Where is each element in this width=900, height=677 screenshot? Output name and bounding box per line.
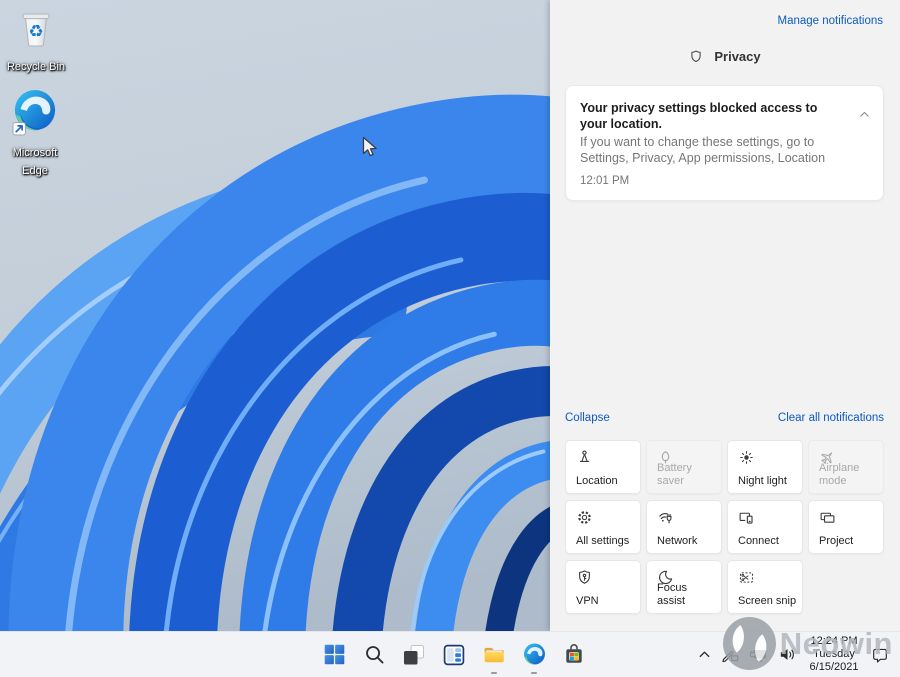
- location-icon: [576, 449, 593, 466]
- widgets-icon: [443, 644, 465, 665]
- notification-group-title: Privacy: [714, 49, 761, 64]
- tile-label: Project: [819, 534, 854, 547]
- edge-icon: [523, 643, 545, 665]
- tile-network[interactable]: Network: [646, 500, 722, 554]
- tile-label: Connect: [738, 534, 779, 547]
- microsoft-store-button[interactable]: [561, 632, 587, 677]
- desktop-icon-label: Microsoft Edge: [12, 147, 58, 177]
- file-explorer-button[interactable]: [481, 632, 507, 677]
- tile-focus-assist[interactable]: Focus assist: [646, 560, 722, 614]
- night-light-icon: [738, 449, 755, 466]
- edge-button[interactable]: [521, 632, 547, 677]
- file-explorer-icon: [484, 647, 504, 663]
- network-tray-icon[interactable]: [749, 632, 769, 677]
- quick-actions-grid: Location Battery saver Night light Airplane…: [565, 440, 884, 614]
- svg-text:♻: ♻: [28, 22, 43, 42]
- tile-airplane-mode[interactable]: Airplane mode: [808, 440, 884, 494]
- notification-body: If you want to change these settings, go…: [580, 135, 826, 165]
- tile-location[interactable]: Location: [565, 440, 641, 494]
- notification-center-panel: Manage notifications Privacy Your privac…: [550, 0, 900, 631]
- tile-label: VPN: [576, 594, 599, 607]
- tile-screen-snip[interactable]: Screen snip: [727, 560, 803, 614]
- windows-start-icon: [324, 644, 344, 665]
- taskbar-app-icons: [321, 632, 587, 677]
- volume-tray-icon[interactable]: [778, 632, 797, 677]
- running-indicator: [491, 671, 497, 674]
- tile-label: Airplane mode: [819, 462, 860, 487]
- tile-label: Battery saver: [657, 462, 692, 487]
- notification-title: Your privacy settings blocked access to …: [580, 101, 818, 131]
- vpn-icon: [576, 569, 593, 586]
- desktop-icon-microsoft-edge[interactable]: Microsoft Edge: [2, 88, 68, 179]
- tile-battery-saver[interactable]: Battery saver: [646, 440, 722, 494]
- clear-all-notifications-link[interactable]: Clear all notifications: [778, 412, 884, 424]
- clock-time: 12:24 PM: [810, 635, 858, 647]
- show-hidden-icons-chevron[interactable]: [697, 632, 712, 677]
- system-tray: 12:24 PM Tuesday 6/15/2021: [697, 632, 900, 677]
- tile-night-light[interactable]: Night light: [727, 440, 803, 494]
- quick-actions-header-row: Collapse Clear all notifications: [565, 412, 884, 424]
- tile-label: All settings: [576, 534, 630, 547]
- start-button[interactable]: [321, 632, 347, 677]
- pen-input-icon[interactable]: [721, 632, 740, 677]
- task-view-button[interactable]: [401, 632, 427, 677]
- connect-icon: [738, 509, 755, 526]
- tile-label: Night light: [738, 474, 787, 487]
- privacy-shield-icon: [689, 50, 703, 64]
- taskbar-clock[interactable]: 12:24 PM Tuesday 6/15/2021: [806, 632, 862, 677]
- desktop-icon-recycle-bin[interactable]: ♻ Recycle Bin: [3, 6, 69, 75]
- search-button[interactable]: [361, 632, 387, 677]
- mouse-cursor: [362, 136, 379, 164]
- microsoft-store-icon: [566, 643, 582, 663]
- clock-date: 6/15/2021: [809, 661, 859, 673]
- manage-notifications-link[interactable]: Manage notifications: [778, 15, 883, 27]
- settings-icon: [576, 509, 593, 526]
- clock-day: Tuesday: [813, 648, 855, 660]
- running-indicator: [531, 671, 537, 674]
- taskbar: 12:24 PM Tuesday 6/15/2021: [0, 631, 900, 677]
- notification-group-header: Privacy: [550, 49, 900, 64]
- tile-label: Focus assist: [657, 582, 687, 607]
- tile-label: Location: [576, 474, 618, 487]
- collapse-notification-chevron-icon[interactable]: [858, 108, 871, 126]
- windows-11-desktop-screen: ♻ Recycle Bin Microsoft Edge Manage noti…: [0, 0, 900, 677]
- tile-vpn[interactable]: VPN: [565, 560, 641, 614]
- widgets-button[interactable]: [441, 632, 467, 677]
- tile-connect[interactable]: Connect: [727, 500, 803, 554]
- screen-snip-icon: [738, 569, 755, 586]
- project-icon: [819, 509, 836, 526]
- tile-label: Network: [657, 534, 698, 547]
- task-view-icon: [404, 644, 424, 664]
- privacy-notification-card[interactable]: Your privacy settings blocked access to …: [565, 85, 884, 201]
- notification-timestamp: 12:01 PM: [580, 175, 630, 187]
- network-icon: [657, 509, 674, 526]
- search-icon: [365, 646, 383, 664]
- tile-all-settings[interactable]: All settings: [565, 500, 641, 554]
- recycle-bin-icon: ♻: [3, 6, 69, 55]
- desktop-icon-label: Recycle Bin: [6, 61, 66, 73]
- edge-icon: [2, 88, 68, 141]
- collapse-link[interactable]: Collapse: [565, 412, 610, 424]
- notifications-tray-icon[interactable]: [871, 632, 889, 677]
- tile-project[interactable]: Project: [808, 500, 884, 554]
- tile-label: Screen snip: [738, 594, 797, 607]
